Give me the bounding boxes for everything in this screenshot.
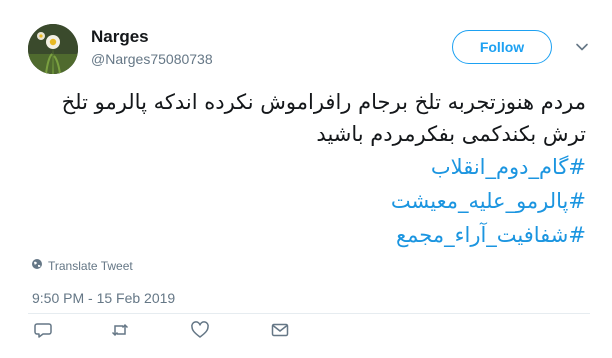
hashtag-link[interactable]: #شفافیت_آراء_مجمع	[26, 218, 586, 252]
user-name[interactable]: Narges	[91, 27, 149, 47]
user-handle[interactable]: @Narges75080738	[91, 51, 213, 67]
retweet-icon[interactable]	[110, 320, 130, 340]
tweet-text: مردم هنوزتجربه تلخ برجام رافراموش نکرده …	[61, 90, 586, 146]
like-icon[interactable]	[190, 320, 210, 340]
tweet-body: مردم هنوزتجربه تلخ برجام رافراموش نکرده …	[26, 86, 586, 252]
direct-message-icon[interactable]	[270, 320, 290, 340]
tweet-timestamp[interactable]: 9:50 PM - 15 Feb 2019	[32, 290, 175, 306]
globe-icon	[31, 258, 43, 273]
translate-label: Translate Tweet	[48, 258, 133, 273]
divider	[28, 313, 590, 314]
reply-icon[interactable]	[33, 320, 53, 340]
chevron-down-icon[interactable]	[575, 40, 589, 54]
translate-tweet-link[interactable]: Translate Tweet	[31, 258, 133, 273]
hashtag-link[interactable]: #گام_دوم_انقلاب	[26, 150, 586, 184]
avatar[interactable]	[28, 24, 78, 74]
hashtag-link[interactable]: #پالرمو_علیه_معیشت	[26, 184, 586, 218]
follow-button[interactable]: Follow	[452, 30, 552, 64]
